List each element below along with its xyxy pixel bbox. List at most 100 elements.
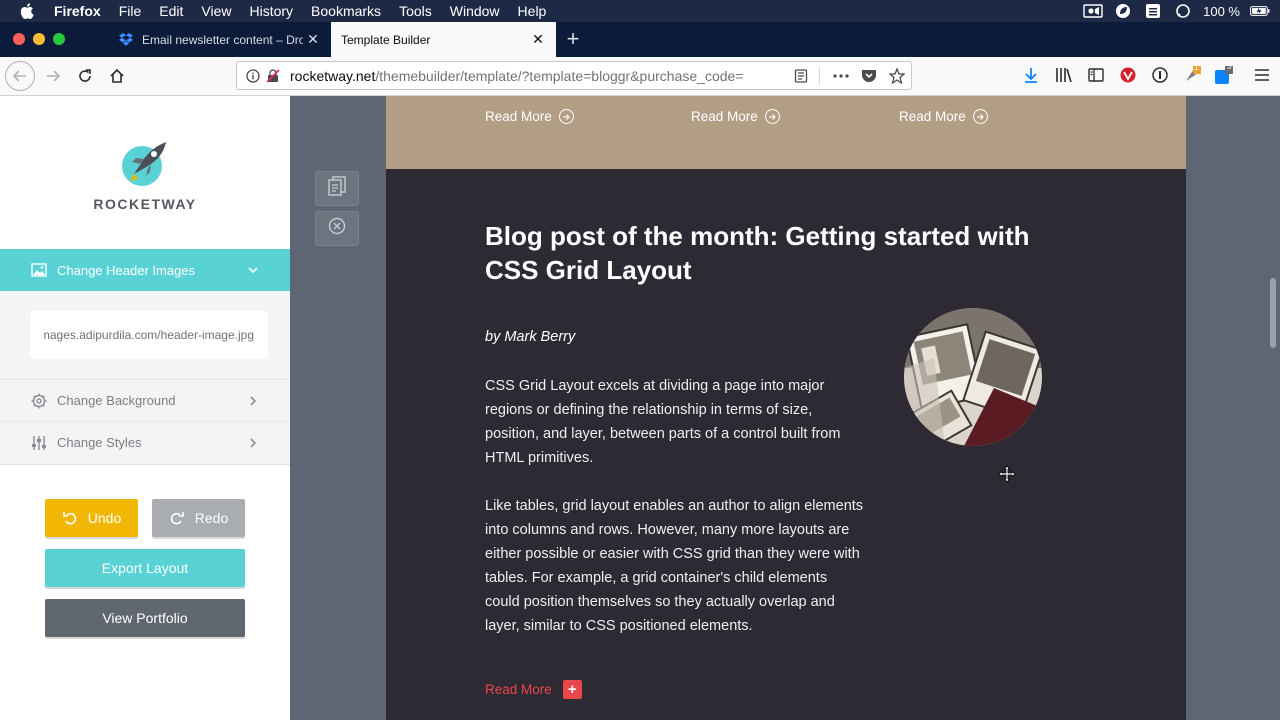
extension-badge-count: 3	[1227, 62, 1232, 71]
tab-title: Email newsletter content – Drop	[142, 32, 303, 47]
arrow-right-circle-icon	[972, 109, 988, 124]
chevron-right-icon	[246, 436, 260, 450]
gear-icon	[31, 393, 47, 409]
back-button[interactable]	[5, 61, 35, 91]
read-more-label: Read More	[691, 109, 758, 124]
insecure-lock-icon[interactable]	[265, 68, 281, 84]
sidebar-toggle-icon[interactable]	[1086, 65, 1106, 85]
post-image[interactable]	[904, 308, 1042, 446]
read-more-link[interactable]: Read More	[691, 109, 780, 124]
leaf-icon[interactable]	[1113, 3, 1133, 19]
image-icon	[31, 262, 47, 278]
menu-history[interactable]: History	[249, 3, 293, 19]
read-more-link[interactable]: Read More	[485, 109, 574, 124]
menu-view[interactable]: View	[201, 3, 231, 19]
post-author[interactable]: by Mark Berry	[485, 329, 575, 345]
pocket-icon[interactable]	[861, 68, 877, 84]
download-icon[interactable]	[1021, 65, 1041, 85]
dropbox-icon	[118, 32, 134, 48]
forward-button[interactable]	[38, 61, 68, 91]
reader-view-icon[interactable]	[793, 68, 809, 84]
redo-label: Redo	[194, 510, 229, 526]
tab-email-newsletter[interactable]: Email newsletter content – Drop ✕	[106, 22, 331, 57]
menu-list-icon[interactable]	[1143, 3, 1163, 19]
undo-icon	[62, 510, 78, 526]
view-portfolio-label: View Portfolio	[102, 610, 188, 626]
password-manager-icon[interactable]	[1150, 65, 1170, 85]
canvas-scrollbar[interactable]	[1270, 278, 1276, 348]
status-menu-area: 100 %	[1083, 0, 1280, 22]
email-links-band	[386, 96, 1186, 169]
library-icon[interactable]	[1054, 65, 1074, 85]
move-cursor-icon	[998, 465, 1016, 483]
accordion-change-background[interactable]: Change Background	[0, 379, 290, 421]
arrow-right-circle-icon	[764, 109, 780, 124]
redo-icon	[169, 510, 185, 526]
plus-icon: +	[562, 680, 582, 699]
post-title[interactable]: Blog post of the month: Getting started …	[485, 219, 1085, 287]
menu-help[interactable]: Help	[518, 3, 547, 19]
new-tab-button[interactable]: +	[562, 26, 584, 51]
redo-button[interactable]: Redo	[152, 499, 245, 537]
hamburger-menu-icon[interactable]	[1252, 65, 1272, 85]
battery-icon[interactable]	[1250, 3, 1270, 19]
tab-template-builder[interactable]: Template Builder ✕	[331, 22, 556, 57]
url-text: rocketway.net/themebuilder/template/?tem…	[290, 68, 760, 84]
accordion-change-header-images[interactable]: Change Header Images	[0, 249, 290, 291]
close-tab-icon[interactable]: ✕	[303, 30, 323, 50]
url-bar[interactable]: rocketway.net/themebuilder/template/?tem…	[236, 61, 912, 90]
window-minimize-button[interactable]	[33, 33, 45, 45]
accordion-change-styles[interactable]: Change Styles	[0, 421, 290, 463]
chevron-right-icon	[246, 394, 260, 408]
url-domain: rocketway.net	[290, 68, 376, 84]
close-tab-icon[interactable]: ✕	[528, 30, 548, 50]
home-button[interactable]	[102, 61, 132, 91]
duplicate-block-button[interactable]	[315, 171, 359, 206]
read-more-label: Read More	[485, 109, 552, 124]
search-spotlight-icon[interactable]	[1173, 3, 1193, 19]
url-divider	[819, 67, 820, 85]
undo-button[interactable]: Undo	[45, 499, 138, 537]
post-paragraph[interactable]: CSS Grid Layout excels at dividing a pag…	[485, 374, 865, 470]
apple-menu-icon[interactable]	[20, 3, 36, 19]
chevron-down-icon	[246, 263, 260, 277]
accordion-label: Change Background	[57, 393, 176, 408]
info-icon[interactable]	[245, 68, 261, 84]
menu-bookmarks[interactable]: Bookmarks	[311, 3, 381, 19]
arrow-right-circle-icon	[558, 109, 574, 124]
view-portfolio-button[interactable]: View Portfolio	[45, 599, 245, 637]
sliders-icon	[31, 435, 47, 451]
bookmark-star-icon[interactable]	[889, 68, 905, 84]
post-paragraph[interactable]: Like tables, grid layout enables an auth…	[485, 494, 865, 638]
url-path: /themebuilder/template/?template=bloggr&…	[375, 68, 744, 84]
menu-tools[interactable]: Tools	[399, 3, 432, 19]
reload-button[interactable]	[70, 61, 100, 91]
export-layout-button[interactable]: Export Layout	[45, 549, 245, 587]
menu-file[interactable]: File	[119, 3, 142, 19]
vivaldi-extension-icon[interactable]	[1118, 65, 1138, 85]
macos-menu-bar: Firefox File Edit View History Bookmarks…	[0, 0, 1280, 22]
delete-block-button[interactable]	[315, 211, 359, 246]
read-more-label: Read More	[485, 682, 552, 697]
window-close-button[interactable]	[13, 33, 25, 45]
battery-percent: 100 %	[1203, 3, 1240, 19]
app-menu-firefox[interactable]: Firefox	[54, 3, 101, 19]
menu-edit[interactable]: Edit	[159, 3, 183, 19]
rocketway-logo-icon	[120, 138, 170, 188]
screen-recorder-icon[interactable]	[1083, 3, 1103, 19]
accordion-label: Change Header Images	[57, 262, 196, 278]
tab-title: Template Builder	[341, 32, 431, 47]
undo-label: Undo	[87, 510, 122, 526]
page-actions-icon[interactable]	[833, 68, 849, 84]
menu-window[interactable]: Window	[450, 3, 500, 19]
extension-badge-count: 1	[1194, 63, 1199, 72]
window-zoom-button[interactable]	[53, 33, 65, 45]
header-image-url-input[interactable]	[30, 311, 268, 359]
rocketway-logo-text: ROCKETWAY	[93, 196, 197, 212]
read-more-link[interactable]: Read More +	[485, 680, 582, 699]
copy-icon	[328, 176, 346, 201]
read-more-link[interactable]: Read More	[899, 109, 988, 124]
rocket-extension-icon[interactable]	[1182, 65, 1202, 85]
read-more-label: Read More	[899, 109, 966, 124]
accordion-label: Change Styles	[57, 435, 142, 450]
